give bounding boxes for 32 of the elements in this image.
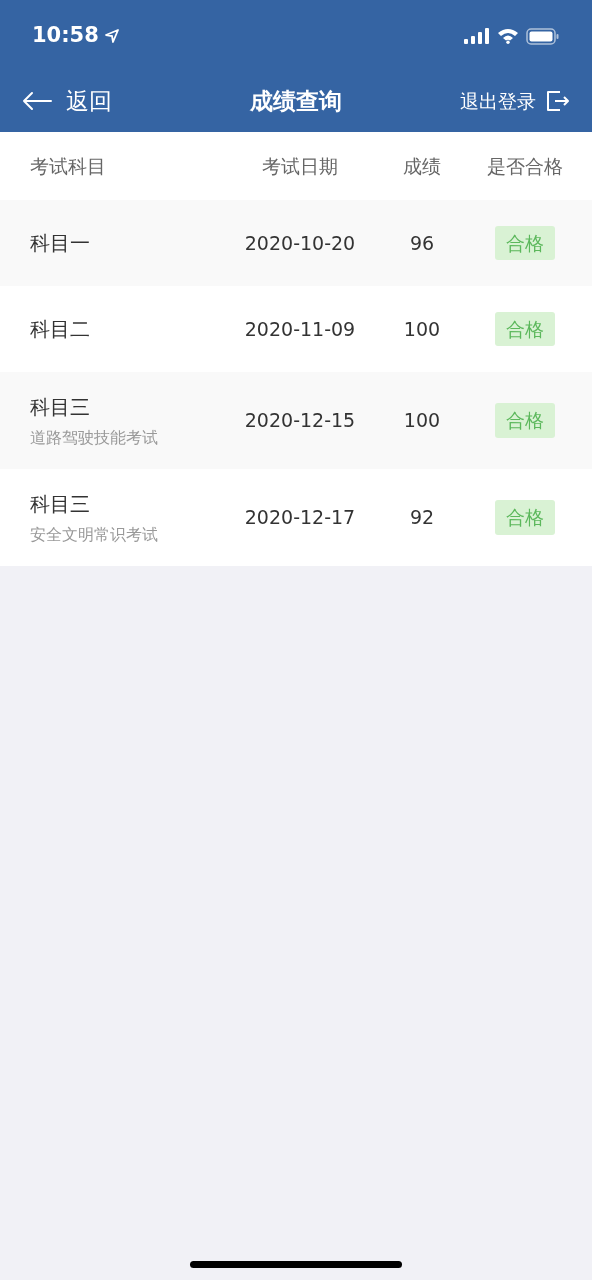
exam-score: 92 (409, 505, 435, 531)
location-icon (104, 29, 119, 43)
exam-score: 100 (403, 316, 441, 342)
battery-icon (526, 27, 560, 45)
back-arrow-icon (22, 91, 52, 111)
page-title: 成绩查询 (250, 86, 342, 116)
subject-name: 科目一 (30, 230, 90, 257)
signal-icon (464, 28, 490, 44)
result-badge: 合格 (495, 311, 555, 347)
result-badge: 合格 (495, 500, 555, 535)
exam-date: 2020-10-20 (244, 230, 356, 256)
logout-icon (546, 90, 570, 112)
status-time: 10:58 (32, 22, 99, 50)
subject-name: 科目二 (30, 316, 90, 343)
exam-score: 100 (403, 408, 441, 434)
column-header: 成绩 (403, 153, 441, 179)
wifi-icon (497, 28, 519, 44)
exam-date: 2020-12-17 (244, 505, 356, 531)
logout-button[interactable]: 退出登录 (460, 86, 570, 116)
subject-subtitle: 道路驾驶技能考试 (30, 426, 158, 449)
subject-name: 科目三 (30, 490, 90, 518)
back-button[interactable]: 返回 (22, 83, 112, 119)
column-header: 是否合格 (487, 153, 563, 179)
subject-subtitle: 安全文明常识考试 (30, 523, 158, 546)
result-badge: 合格 (495, 403, 555, 438)
exam-date: 2020-11-09 (244, 316, 356, 342)
column-header: 考试日期 (262, 153, 338, 179)
subject-name: 科目三 (30, 393, 90, 421)
result-badge: 合格 (495, 225, 555, 261)
exam-date: 2020-12-15 (244, 408, 356, 434)
exam-score: 96 (409, 230, 435, 256)
column-header: 考试科目 (30, 154, 106, 177)
